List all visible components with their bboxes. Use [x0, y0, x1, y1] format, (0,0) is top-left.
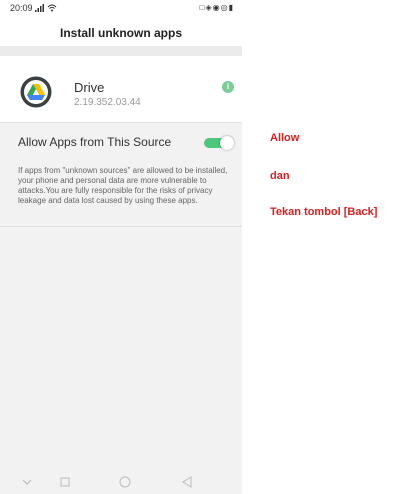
page-title: Install unknown apps	[0, 20, 242, 46]
section-gap	[0, 46, 242, 56]
app-name: Drive	[74, 80, 105, 95]
allow-source-label: Allow Apps from This Source	[18, 135, 172, 149]
toggle-knob	[220, 136, 234, 150]
section-divider	[0, 226, 242, 227]
chevron-down-icon[interactable]	[22, 478, 32, 486]
wifi-icon	[47, 4, 56, 12]
status-time: 20:09	[10, 3, 33, 13]
home-icon[interactable]	[119, 476, 131, 488]
back-icon[interactable]	[182, 476, 192, 488]
status-bar: 20:09 □◈◉◎▮	[0, 0, 242, 20]
status-left: 20:09	[10, 3, 57, 13]
annotation-back: Tekan tombol [Back]	[270, 206, 378, 218]
annotation-allow: Allow	[270, 132, 300, 144]
app-version: 2.19.352.03.44	[74, 97, 141, 108]
status-right: □◈◉◎▮	[200, 3, 234, 12]
recent-apps-icon[interactable]	[60, 477, 70, 487]
drive-app-icon	[20, 76, 52, 108]
navigation-bar	[0, 470, 242, 494]
app-info-card: Drive 2.19.352.03.44 i	[0, 56, 242, 123]
info-icon[interactable]: i	[222, 81, 234, 93]
phone-screen: 20:09 □◈◉◎▮ Install unknown apps Drive 2…	[0, 0, 242, 494]
warning-description: If apps from "unknown sources" are allow…	[18, 166, 228, 205]
allow-source-toggle[interactable]	[204, 136, 234, 150]
allow-source-row[interactable]: Allow Apps from This Source	[0, 126, 242, 158]
signal-icon	[34, 4, 44, 12]
annotation-dan: dan	[270, 170, 290, 182]
status-indicators-icon: □◈◉◎▮	[199, 3, 234, 12]
